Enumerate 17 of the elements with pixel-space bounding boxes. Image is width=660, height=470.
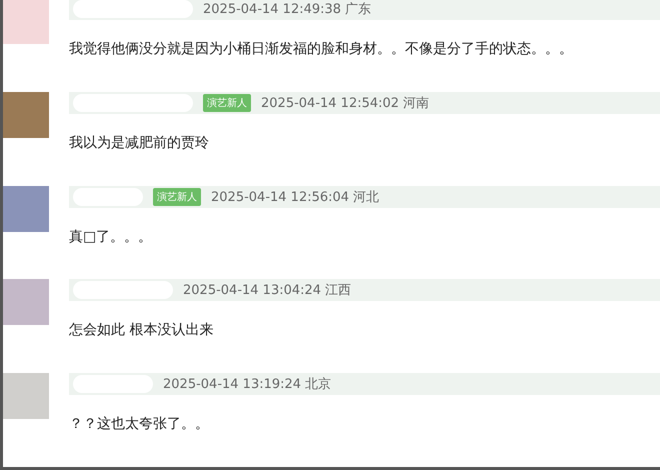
comment-meta: 2025-04-14 13:19:24 北京 — [163, 376, 332, 394]
user-tag: 演艺新人 — [153, 188, 201, 206]
comment-text: 怎会如此 根本没认出来 — [69, 321, 214, 340]
avatar-placeholder — [3, 186, 49, 232]
comment-text: 我觉得他俩没分就是因为小桶日渐发福的脸和身材。。不像是分了手的状态。。。 — [69, 40, 574, 58]
comment-text: 真□了。。。 — [69, 228, 154, 246]
comment-meta: 2025-04-14 13:04:24 江西 — [183, 282, 352, 300]
comment-meta: 2025-04-14 12:54:02 河南 — [261, 94, 430, 112]
avatar-placeholder — [3, 92, 49, 138]
comment-meta: 2025-04-14 12:56:04 河北 — [211, 188, 380, 206]
comment-text: 我以为是减肥前的贾玲 — [69, 134, 210, 152]
comment-text: ？？这也太夸张了。。 — [69, 415, 210, 434]
comment-meta: 2025-04-14 12:49:38 广东 — [203, 1, 372, 18]
avatar-placeholder — [3, 0, 49, 44]
avatar-placeholder — [3, 279, 49, 326]
avatar-placeholder — [3, 373, 49, 420]
user-tag: 演艺新人 — [203, 94, 251, 112]
